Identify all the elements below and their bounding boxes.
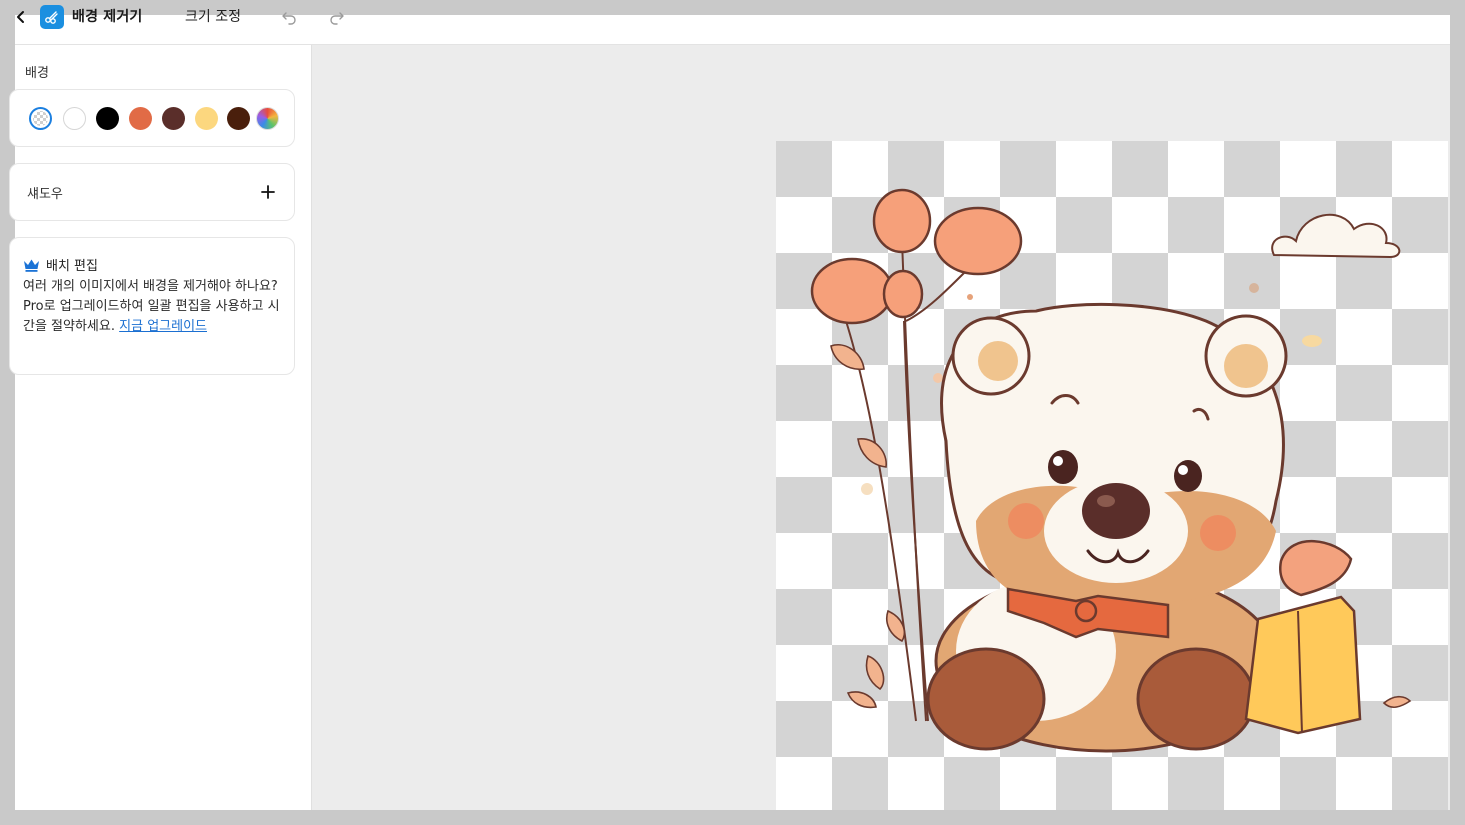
undo-icon [282,12,296,25]
chevron-left-icon [17,11,24,23]
resize-tab[interactable]: 크기 조정 [185,6,241,26]
batch-edit-title: 배치 편집 [23,255,98,274]
batch-edit-description: 여러 개의 이미지에서 배경을 제거해야 하나요? Pro로 업그레이드하여 일… [23,277,285,337]
swatch-black[interactable] [96,107,119,130]
background-color-card [9,89,295,147]
batch-edit-card: 배치 편집 여러 개의 이미지에서 배경을 제거해야 하나요? Pro로 업그레… [9,237,295,375]
bottom-strip [0,810,1465,825]
app-title: 배경 제거기 [72,9,143,25]
background-section-label: 배경 [25,66,49,81]
shadow-card[interactable]: 섀도우 [9,163,295,221]
redo-icon [330,12,344,25]
shadow-label: 섀도우 [27,187,63,202]
swatch-white[interactable] [63,107,86,130]
scissors-icon [40,5,64,29]
upgrade-now-link[interactable]: 지금 업그레이드 [119,319,207,334]
back-button[interactable] [10,6,32,28]
batch-edit-title-text: 배치 편집 [46,259,98,274]
teddy-bear-illustration [810,188,1412,753]
add-shadow-button[interactable] [257,181,279,203]
result-image[interactable] [776,141,1448,810]
swatch-custom-color[interactable] [256,107,279,130]
swatch-dark-brown[interactable] [227,107,250,130]
top-toolbar: 배경 제거기 크기 조정 [0,0,1465,45]
undo-button[interactable] [279,7,299,27]
plus-icon [261,185,275,199]
swatch-orange[interactable] [129,107,152,130]
crown-icon [24,259,39,272]
side-panel: 배경 섀도우 배치 편집 여러 개의 이미지에서 배경을 제거해야 하나요? P… [9,45,312,810]
swatch-transparent[interactable] [29,107,52,130]
redo-button[interactable] [327,7,347,27]
swatch-yellow[interactable] [195,107,218,130]
swatch-brown[interactable] [162,107,185,130]
